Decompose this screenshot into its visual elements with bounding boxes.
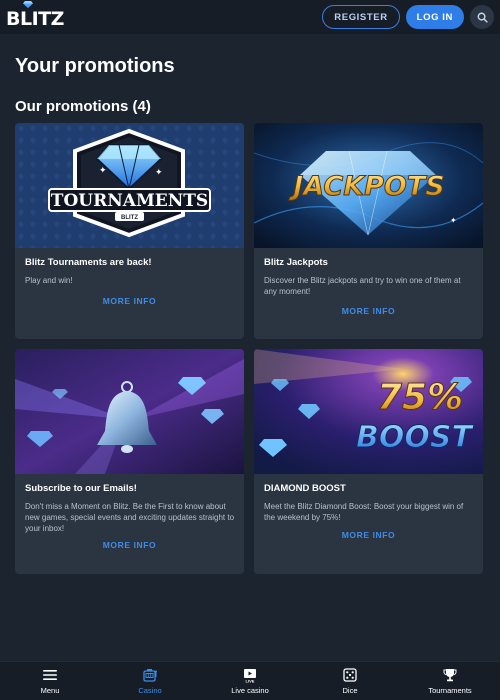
logo-text: BLITZ [6,8,64,30]
bottom-navigation: Menu Casino LIVE Live casino Dice Tourna… [0,661,500,700]
promo-description: Meet the Blitz Diamond Boost: Boost your… [264,502,464,522]
promo-description: Play and win! [25,276,73,285]
nav-label: Menu [40,686,60,695]
search-button[interactable] [470,5,494,29]
nav-label: Live casino [231,686,269,695]
svg-text:✦: ✦ [99,166,107,176]
promo-description: Discover the Blitz jackpots and try to w… [264,276,461,296]
promo-card-emails[interactable]: Subscribe to our Emails! Don't miss a Mo… [15,349,244,574]
top-header: BLITZ REGISTER LOG IN [0,0,500,34]
promo-description: Don't miss a Moment on Blitz. Be the Fir… [25,502,235,533]
trophy-icon [443,667,457,683]
promo-title: Subscribe to our Emails! [25,483,137,494]
section-title: Our promotions (4) [15,98,151,115]
diamond-logo-icon [23,1,33,8]
promo-image-jackpots: JACKPOTS ✦ [254,123,483,248]
page-title: Your promotions [15,55,175,77]
live-tv-icon: LIVE [243,667,257,683]
dice-icon [343,667,357,683]
promo-card-diamond-boost[interactable]: 75% BOOST DIAMOND BOOST Meet the Blitz D… [254,349,483,574]
promo-image-emails [15,349,244,474]
login-button[interactable]: LOG IN [405,5,464,29]
more-info-link[interactable]: MORE INFO [15,540,244,550]
promo-title: Blitz Jackpots [264,257,328,268]
slot-machine-icon [143,667,157,683]
svg-text:BOOST: BOOST [356,420,474,455]
nav-label: Tournaments [428,686,472,695]
promo-card-jackpots[interactable]: JACKPOTS ✦ Blitz Jackpots Discover the B… [254,123,483,339]
svg-text:BLITZ: BLITZ [121,215,138,221]
nav-item-live-casino[interactable]: LIVE Live casino [200,662,300,700]
promo-image-tournaments: ✦ ✦ TOURNAMENTS BLITZ [15,123,244,248]
promo-image-diamond-boost: 75% BOOST [254,349,483,474]
nav-item-tournaments[interactable]: Tournaments [400,662,500,700]
svg-text:TOURNAMENTS: TOURNAMENTS [51,191,208,211]
nav-item-menu[interactable]: Menu [0,662,100,700]
svg-text:LIVE: LIVE [246,678,255,683]
nav-label: Casino [138,686,162,695]
promo-title: DIAMOND BOOST [264,483,346,494]
more-info-link[interactable]: MORE INFO [254,530,483,540]
svg-text:75%: 75% [377,377,463,418]
svg-text:JACKPOTS: JACKPOTS [288,171,444,202]
promo-title: Blitz Tournaments are back! [25,257,152,268]
menu-icon [43,667,57,683]
more-info-link[interactable]: MORE INFO [15,296,244,306]
nav-label: Dice [342,686,358,695]
register-button[interactable]: REGISTER [322,5,400,29]
more-info-link[interactable]: MORE INFO [254,306,483,316]
promo-card-tournaments[interactable]: ✦ ✦ TOURNAMENTS BLITZ Blitz Tournaments … [15,123,244,339]
search-icon [477,12,488,23]
promotions-page: BLITZ REGISTER LOG IN Your promotions Ou… [0,0,500,700]
header-actions: REGISTER LOG IN [322,5,494,29]
nav-item-dice[interactable]: Dice [300,662,400,700]
svg-text:✦: ✦ [155,168,163,178]
svg-text:✦: ✦ [450,216,457,225]
blitz-logo[interactable]: BLITZ [6,0,64,34]
nav-item-casino[interactable]: Casino [100,662,200,700]
